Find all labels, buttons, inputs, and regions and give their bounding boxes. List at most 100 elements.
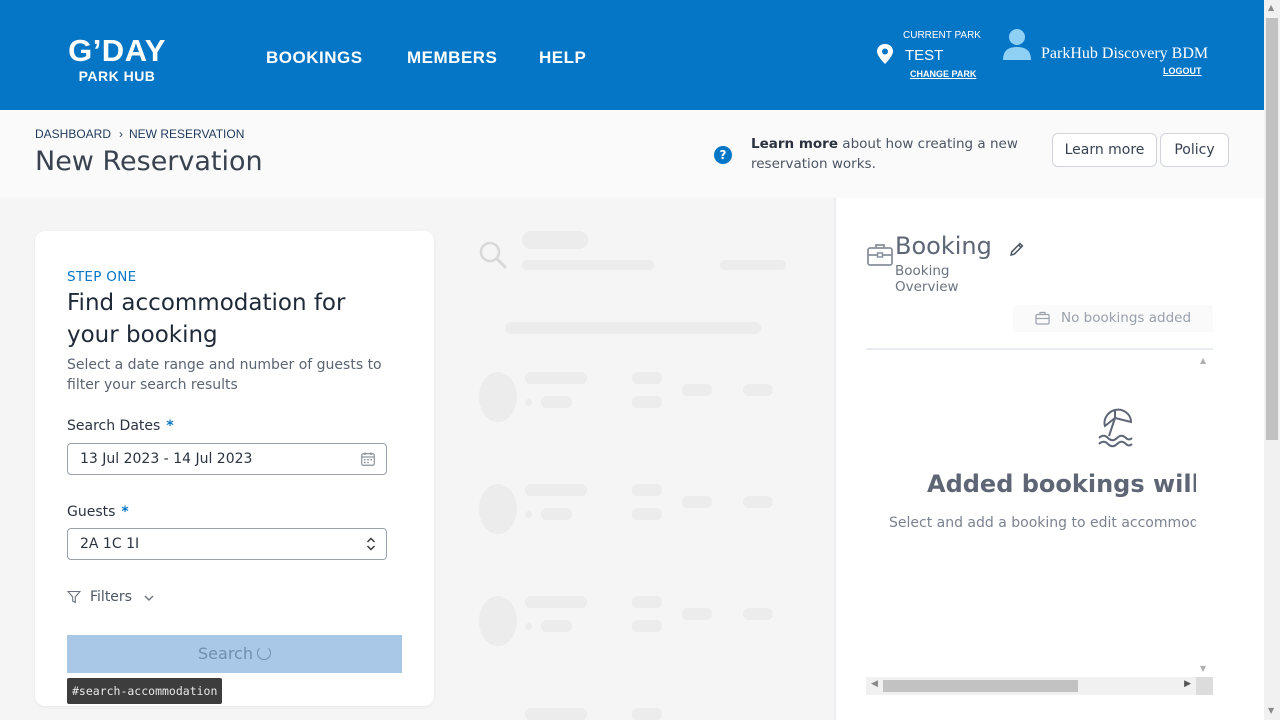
map-pin-icon (877, 44, 893, 64)
skeleton-bar (632, 484, 662, 496)
skeleton-bar (522, 231, 588, 249)
horizontal-scroll-thumb[interactable] (883, 680, 1078, 692)
search-dates-input[interactable]: 13 Jul 2023 - 14 Jul 2023 (67, 443, 387, 475)
skeleton-bar (525, 708, 587, 720)
skeleton-dot (525, 399, 532, 406)
booking-panel: Booking Booking Overview No bookings add… (836, 198, 1264, 720)
change-park-link[interactable]: CHANGE PARK (910, 69, 976, 79)
search-button-label: Search (198, 644, 253, 663)
question-circle-icon: ? (714, 146, 732, 164)
briefcase-icon (1035, 311, 1050, 325)
skeleton-bar (632, 708, 662, 720)
guests-value: 2A 1C 1I (80, 536, 140, 552)
search-magnifier-icon (479, 241, 507, 269)
page-scrollbar[interactable]: ▲ ▼ (1264, 0, 1280, 720)
guests-select[interactable]: 2A 1C 1I (67, 528, 387, 560)
search-dates-value: 13 Jul 2023 - 14 Jul 2023 (80, 451, 253, 467)
skeleton-bar (743, 384, 773, 396)
skeleton-bar (682, 608, 712, 620)
skeleton-dot (525, 511, 532, 518)
skeleton-dot (525, 623, 532, 630)
logo-main-text: G’DAY (68, 33, 166, 68)
search-button[interactable]: Search (67, 635, 402, 673)
skeleton-bar (720, 260, 786, 270)
guests-label-text: Guests (67, 504, 116, 520)
learn-more-button[interactable]: Learn more (1052, 133, 1157, 167)
skeleton-avatar (479, 596, 517, 646)
element-id-tooltip: #search-accommodation (67, 678, 223, 704)
chevron-up-down-icon (367, 537, 375, 551)
search-dates-label-text: Search Dates (67, 418, 161, 434)
breadcrumb-new-reservation[interactable]: NEW RESERVATION (129, 127, 244, 141)
scrollbar-corner (1196, 677, 1213, 695)
skeleton-bar (525, 372, 587, 384)
learn-more-bold: Learn more (751, 136, 838, 152)
logo-sub-text: PARK HUB (78, 68, 156, 84)
no-bookings-badge: No bookings added (1013, 305, 1213, 332)
vertical-scrollbar[interactable]: ▲ ▼ (1196, 350, 1213, 680)
no-bookings-label: No bookings added (1061, 310, 1192, 326)
filters-label: Filters (90, 589, 132, 605)
breadcrumb: DASHBOARD › NEW RESERVATION (35, 127, 244, 141)
booking-title: Booking (895, 232, 992, 260)
skeleton-avatar (479, 484, 517, 534)
scroll-down-arrow-icon[interactable]: ▼ (1200, 664, 1206, 673)
skeleton-bar (505, 322, 761, 334)
skeleton-bar (525, 596, 587, 608)
bookings-list-area[interactable]: Added bookings will ap Select and add a … (866, 348, 1213, 695)
skeleton-bar (743, 496, 773, 508)
find-accommodation-title: Find accommodation for your booking (67, 290, 346, 348)
briefcase-icon (867, 244, 893, 266)
horizontal-scrollbar[interactable]: ◀ ▶ (866, 677, 1213, 695)
skeleton-bar (525, 484, 587, 496)
nav-help[interactable]: HELP (539, 48, 586, 68)
user-avatar-icon (1003, 29, 1031, 60)
skeleton-bar (632, 396, 662, 408)
skeleton-bar (632, 620, 662, 632)
breadcrumb-dashboard[interactable]: DASHBOARD (35, 127, 111, 141)
search-accommodation-card: STEP ONE Find accommodation for your boo… (35, 231, 434, 706)
skeleton-bar (682, 496, 712, 508)
empty-state-title: Added bookings will ap (927, 470, 1213, 498)
skeleton-bar (541, 396, 572, 408)
current-park-label: CURRENT PARK (903, 30, 981, 41)
step-label: STEP ONE (67, 269, 137, 285)
gday-park-hub-logo[interactable]: G’DAY PARK HUB (60, 33, 174, 84)
logout-link[interactable]: LOGOUT (1163, 66, 1202, 76)
breadcrumb-separator: › (119, 127, 124, 141)
top-navigation-bar: G’DAY PARK HUB BOOKINGS MEMBERS HELP CUR… (0, 0, 1264, 110)
policy-button[interactable]: Policy (1160, 133, 1229, 167)
loading-spinner-icon (256, 646, 271, 660)
nav-members[interactable]: MEMBERS (407, 48, 497, 68)
skeleton-bar (632, 508, 662, 520)
find-accommodation-description: Select a date range and number of guests… (67, 357, 382, 393)
calendar-icon[interactable] (361, 452, 375, 466)
search-dates-label: Search Dates * (67, 418, 174, 434)
scroll-down-arrow-icon[interactable]: ▼ (1268, 706, 1274, 715)
nav-bookings[interactable]: BOOKINGS (266, 48, 363, 68)
page-header: DASHBOARD › NEW RESERVATION New Reservatio… (0, 110, 1264, 198)
skeleton-bar (682, 384, 712, 396)
guests-label: Guests * (67, 504, 129, 520)
page-scroll-thumb[interactable] (1266, 18, 1278, 440)
empty-state-subtitle: Select and add a booking to edit accommo… (889, 515, 1208, 531)
skeleton-bar (632, 372, 662, 384)
scroll-left-arrow-icon[interactable]: ◀ (871, 679, 878, 689)
required-asterisk: * (166, 418, 174, 434)
scroll-up-arrow-icon[interactable]: ▲ (1200, 356, 1206, 365)
beach-umbrella-icon (1098, 408, 1133, 448)
user-name: ParkHub Discovery BDM (1041, 45, 1209, 62)
skeleton-bar (541, 620, 572, 632)
scroll-right-arrow-icon[interactable]: ▶ (1184, 679, 1191, 689)
learn-more-description: Learn more about how creating a new rese… (751, 134, 1031, 174)
park-name: TEST (905, 47, 944, 64)
required-asterisk: * (121, 504, 129, 520)
skeleton-bar (632, 596, 662, 608)
skeleton-bar (522, 260, 654, 270)
page-title: New Reservation (35, 146, 263, 177)
skeleton-avatar (479, 372, 517, 422)
pencil-edit-icon[interactable] (1009, 241, 1025, 257)
chevron-down-icon (144, 595, 154, 601)
skeleton-bar (743, 608, 773, 620)
scroll-up-arrow-icon[interactable]: ▲ (1268, 3, 1274, 12)
